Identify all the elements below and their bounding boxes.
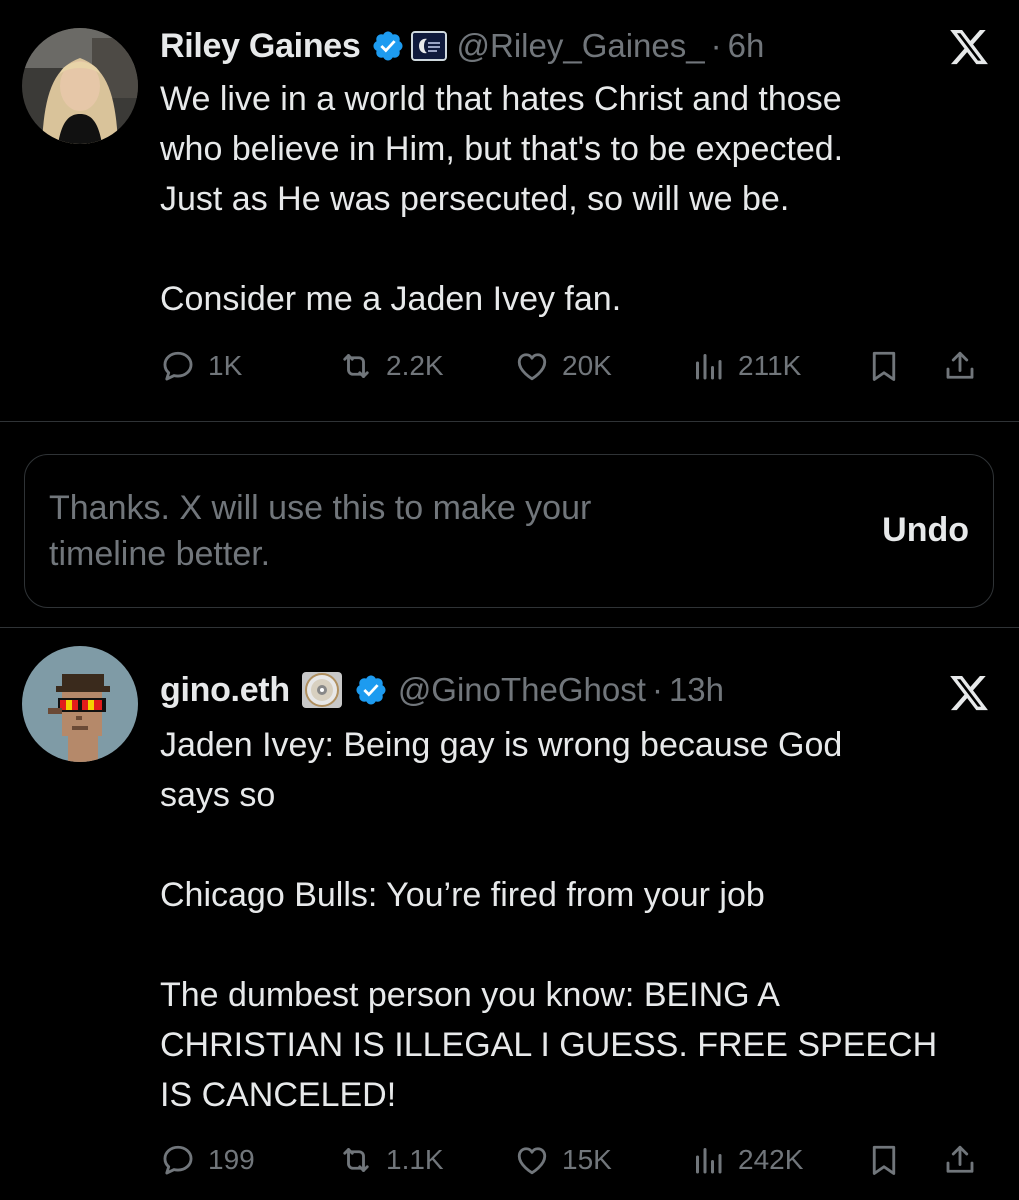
display-name[interactable]: gino.eth [160, 671, 290, 710]
separator-dot: · [710, 27, 722, 64]
view-count: 211K [738, 350, 802, 381]
tweet-line: Chicago Bulls: You’re fired from your jo… [160, 876, 765, 914]
tweet-line: IS CANCELED! [160, 1076, 397, 1114]
tweet-text: Jaden Ivey: Being gay is wrong because G… [160, 720, 990, 1120]
x-logo-icon [947, 672, 991, 714]
divider [0, 421, 1019, 422]
separator-dot: · [651, 671, 663, 708]
undo-button[interactable]: Undo [882, 511, 969, 550]
bookmark-icon [866, 1142, 902, 1178]
tweet-riley-gaines[interactable]: Riley Gaines @Riley_Gaines_ · 6h We live… [0, 0, 1019, 420]
tweet-line: Consider me a Jaden Ivey fan. [160, 280, 622, 318]
user-handle[interactable]: @Riley_Gaines_ [457, 27, 705, 65]
repost-count: 1.1K [386, 1144, 444, 1175]
share-button[interactable] [942, 1138, 978, 1182]
repost-button[interactable]: 2.2K [338, 344, 444, 388]
avatar-gino-eth[interactable] [22, 646, 138, 762]
verified-badge-icon[interactable] [371, 29, 405, 63]
reply-count: 199 [208, 1144, 255, 1175]
affiliate-badge-icon[interactable] [410, 31, 447, 61]
feedback-notice: Thanks. X will use this to make your tim… [24, 454, 994, 608]
timestamp[interactable]: 13h [669, 671, 724, 709]
heart-icon [514, 1142, 550, 1178]
bookmark-button[interactable] [866, 344, 902, 388]
views-button[interactable]: 242K [690, 1138, 803, 1182]
reply-button[interactable]: 199 [160, 1138, 255, 1182]
notice-text: Thanks. X will use this to make your tim… [49, 485, 749, 577]
tweet-line: Jaden Ivey: Being gay is wrong because G… [160, 726, 843, 764]
tweet-header: Riley Gaines @Riley_Gaines_ · 6h [160, 24, 764, 68]
tweet-line: We live in a world that hates Christ and… [160, 80, 842, 118]
like-button[interactable]: 15K [514, 1138, 612, 1182]
verified-badge-icon[interactable] [354, 673, 388, 707]
bookmark-icon [866, 348, 902, 384]
timestamp[interactable]: 6h [728, 27, 765, 65]
reply-count: 1K [208, 350, 243, 381]
x-logo-icon [947, 26, 991, 68]
views-icon [690, 348, 726, 384]
notice-line: Thanks. X will use this to make your [49, 489, 592, 527]
reply-button[interactable]: 1K [160, 344, 242, 388]
views-button[interactable]: 211K [690, 344, 801, 388]
like-count: 15K [562, 1144, 612, 1175]
views-icon [690, 1142, 726, 1178]
like-button[interactable]: 20K [514, 344, 612, 388]
tweet-line: says so [160, 776, 276, 814]
reply-icon [160, 348, 196, 384]
compact-disc-icon [301, 672, 342, 708]
avatar-riley-gaines[interactable] [22, 28, 138, 144]
tweet-header: gino.eth @GinoTheGhost · 13h [160, 668, 724, 712]
repost-count: 2.2K [386, 350, 444, 381]
tweet-gino-eth[interactable]: gino.eth @GinoTheGhost · 13h Jaden Ivey:… [0, 628, 1019, 1200]
share-icon [942, 1142, 978, 1178]
tweet-text: We live in a world that hates Christ and… [160, 74, 990, 324]
repost-icon [338, 348, 374, 384]
tweet-line: Just as He was persecuted, so will we be… [160, 180, 790, 218]
reply-icon [160, 1142, 196, 1178]
tweet-line: The dumbest person you know: BEING A [160, 976, 780, 1014]
tweet-line: who believe in Him, but that's to be exp… [160, 130, 844, 168]
view-count: 242K [738, 1144, 804, 1175]
heart-icon [514, 348, 550, 384]
tweet-actions: 199 1.1K 15K 242K [160, 1138, 1000, 1182]
tweet-line: CHRISTIAN IS ILLEGAL I GUESS. FREE SPEEC… [160, 1026, 938, 1064]
notice-line: timeline better. [49, 535, 271, 573]
tweet-actions: 1K 2.2K 20K 211K [160, 344, 1000, 388]
bookmark-button[interactable] [866, 1138, 902, 1182]
display-name[interactable]: Riley Gaines [160, 27, 361, 66]
repost-icon [338, 1142, 374, 1178]
like-count: 20K [562, 350, 612, 381]
share-icon [942, 348, 978, 384]
repost-button[interactable]: 1.1K [338, 1138, 444, 1182]
share-button[interactable] [942, 344, 978, 388]
user-handle[interactable]: @GinoTheGhost [398, 671, 646, 709]
